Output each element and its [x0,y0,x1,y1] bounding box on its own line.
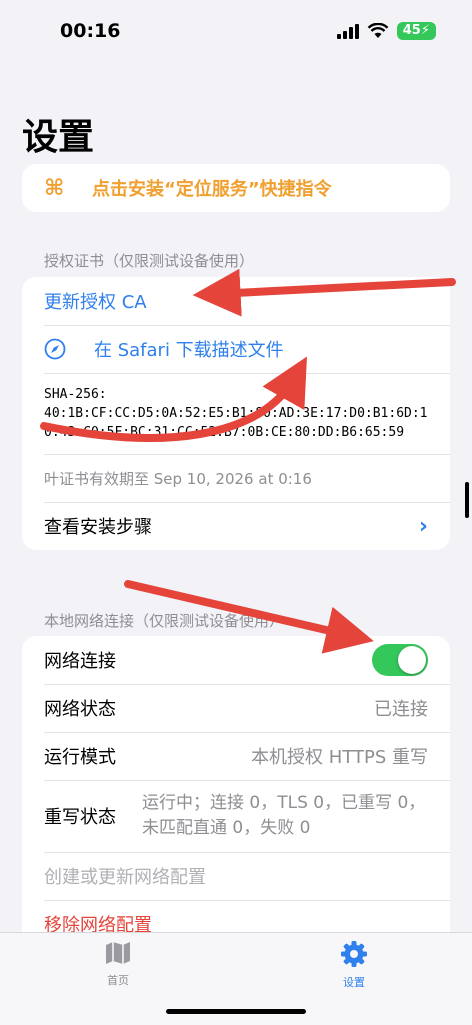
sha-row: SHA-256: 40:1B:CF:CC:D5:0A:52:E5:B1:80:A… [22,373,450,454]
update-ca-button[interactable]: 更新授权 CA [22,277,450,325]
download-profile-label: 在 Safari 下载描述文件 [94,340,284,361]
gear-icon [341,941,367,967]
chevron-right-icon: › [418,513,428,539]
network-status-row: 网络状态 已连接 [22,684,450,732]
cert-card: 更新授权 CA 在 Safari 下载描述文件 SHA-256: 40:1B:C… [22,277,450,550]
compass-icon [44,338,72,360]
run-mode-value: 本机授权 HTTPS 重写 [251,747,428,768]
tab-home-label: 首页 [107,974,129,987]
network-connection-row: 网络连接 [22,636,450,684]
rewrite-status-label: 重写状态 [44,807,116,828]
command-icon: ⌘ [44,175,65,201]
network-connection-toggle[interactable] [372,644,428,676]
battery-level: 45 [402,23,421,38]
rewrite-status-row: 重写状态 运行中；连接 0，TLS 0，已重写 0，未匹配直通 0，失败 0 [22,780,450,852]
tab-settings[interactable]: 设置 [314,939,394,990]
create-config-button[interactable]: 创建或更新网络配置 [22,852,450,900]
tab-settings-label: 设置 [343,976,365,989]
network-connection-label: 网络连接 [44,651,116,672]
run-mode-row: 运行模式 本机授权 HTTPS 重写 [22,732,450,780]
network-status-value: 已连接 [374,699,428,720]
download-profile-button[interactable]: 在 Safari 下载描述文件 [22,325,450,373]
sha-fingerprint: SHA-256: 40:1B:CF:CC:D5:0A:52:E5:B1:80:A… [44,387,428,440]
network-section-header: 本地网络连接（仅限测试设备使用） [44,612,285,630]
cellular-signal-icon [336,23,359,39]
cert-section-header: 授权证书（仅限测试设备使用） [44,252,255,270]
battery-indicator: 45⚡ [396,22,436,40]
scroll-indicator[interactable] [465,482,469,518]
view-steps-label: 查看安装步骤 [44,517,152,538]
page-title: 设置 [22,117,95,158]
wifi-icon [367,23,389,38]
expiry-text: 叶证书有效期至 Sep 10, 2026 at 0:16 [44,469,312,488]
update-ca-label: 更新授权 CA [44,292,147,313]
view-steps-row[interactable]: 查看安装步骤 › [22,502,450,550]
create-config-label: 创建或更新网络配置 [44,867,206,888]
status-bar: 00:16 45⚡ [0,0,472,60]
network-card: 网络连接 网络状态 已连接 运行模式 本机授权 HTTPS 重写 重写状态 运行… [22,636,450,946]
status-time: 00:16 [60,20,121,42]
shortcut-card: ⌘ 点击安装“定位服务”快捷指令 [22,164,450,212]
tab-home[interactable]: 首页 [78,939,158,988]
install-shortcut-button[interactable]: ⌘ 点击安装“定位服务”快捷指令 [22,164,450,212]
install-shortcut-label: 点击安装“定位服务”快捷指令 [92,179,332,200]
network-status-label: 网络状态 [44,699,116,720]
status-icons: 45⚡ [336,22,436,40]
expiry-row: 叶证书有效期至 Sep 10, 2026 at 0:16 [22,454,450,502]
rewrite-status-value: 运行中；连接 0，TLS 0，已重写 0，未匹配直通 0，失败 0 [142,793,426,838]
map-icon [106,942,130,964]
home-indicator [166,1009,306,1014]
run-mode-label: 运行模式 [44,747,116,768]
